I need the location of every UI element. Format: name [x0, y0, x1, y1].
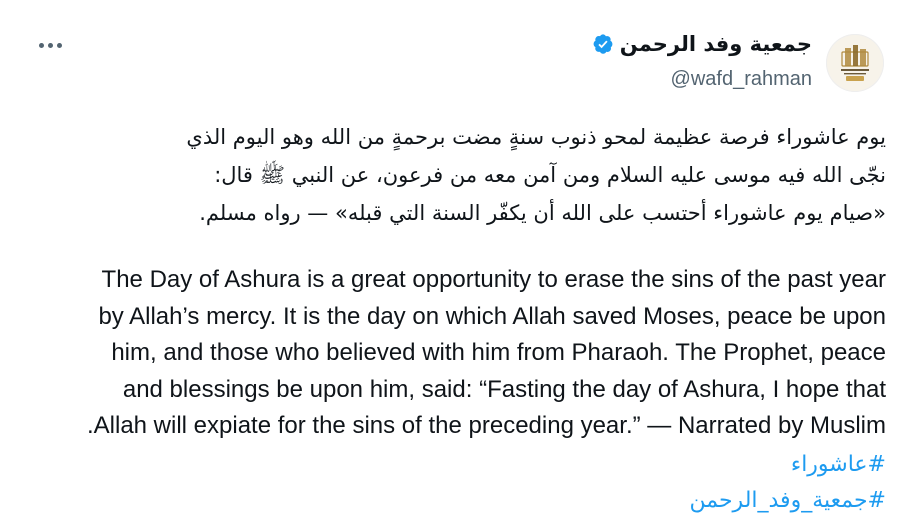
more-dot	[47, 42, 53, 48]
more-dot	[56, 42, 62, 48]
author-handle[interactable]: @wafd_rahman	[671, 68, 812, 91]
english-line: Allah will expiate for the sins of the p…	[86, 412, 886, 439]
post-text-arabic: يوم عاشوراء فرصة عظيمة لمحو ذنوب سنةٍ مض…	[34, 118, 886, 232]
english-line: The Day of Ashura is a great opportunity…	[101, 266, 886, 293]
english-line: by Allah’s mercy. It is the day on which…	[98, 302, 886, 330]
arabic-line: يوم عاشوراء فرصة عظيمة لمحو ذنوب سنةٍ مض…	[186, 125, 886, 149]
avatar[interactable]	[826, 34, 884, 92]
hashtag-link[interactable]: #جمعية_وفد_الرحمن	[34, 483, 886, 519]
wafd-rahman-logo	[841, 45, 869, 81]
author-name-row[interactable]: جمعية وفد الرحمن	[592, 32, 812, 56]
author-display-name[interactable]: جمعية وفد الرحمن	[620, 32, 812, 56]
post-header: جمعية وفد الرحمن @wafd_rahman	[0, 20, 904, 100]
more-dot	[38, 42, 44, 48]
arabic-line: «صيام يوم عاشوراء أحتسب على الله أن يكفّ…	[199, 201, 886, 225]
hashtag-list: #عاشوراء #جمعية_وفد_الرحمن	[34, 447, 886, 519]
english-line: and blessings be upon him, said: “Fastin…	[122, 375, 886, 403]
verified-badge-icon	[593, 34, 613, 54]
more-options-icon[interactable]	[34, 34, 66, 56]
arabic-line: نجّى الله فيه موسى عليه السلام ومن آمن م…	[214, 163, 886, 187]
english-line: him, and those who believed with him fro…	[111, 339, 886, 366]
hashtag-link[interactable]: #عاشوراء	[34, 447, 886, 483]
post-text-english: The Day of Ashura is a great opportunity…	[34, 262, 886, 445]
post-body: يوم عاشوراء فرصة عظيمة لمحو ذنوب سنةٍ مض…	[34, 118, 886, 519]
